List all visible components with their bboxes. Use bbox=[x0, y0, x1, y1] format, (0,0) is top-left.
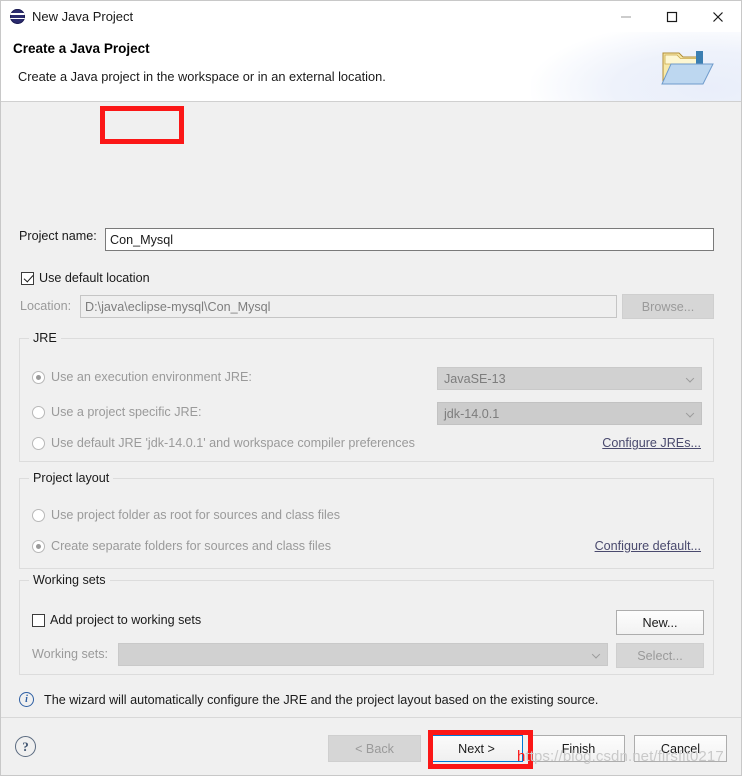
radio-dot-default-jre bbox=[32, 436, 45, 450]
project-name-input[interactable]: Con_Mysql bbox=[105, 228, 714, 251]
configure-jres-link[interactable]: Configure JREs... bbox=[602, 436, 701, 450]
maximize-button[interactable] bbox=[649, 1, 695, 32]
project-layout-group: Project layout Use project folder as roo… bbox=[19, 471, 714, 569]
help-icon[interactable]: ? bbox=[15, 736, 36, 757]
checkbox-box-use-default-location bbox=[21, 271, 34, 285]
info-message: The wizard will automatically configure … bbox=[44, 692, 599, 707]
radio-dot-separate-folders bbox=[32, 539, 45, 553]
window-controls bbox=[603, 1, 741, 32]
working-sets-combo[interactable] bbox=[118, 643, 608, 666]
jre-project-specific-radio[interactable]: Use a project specific JRE: bbox=[32, 405, 201, 419]
layout-project-folder-radio[interactable]: Use project folder as root for sources a… bbox=[32, 508, 340, 522]
wizard-body: Project name: Con_Mysql Use default loca… bbox=[1, 102, 741, 717]
location-value: D:\java\eclipse-mysql\Con_Mysql bbox=[85, 299, 271, 314]
add-project-to-working-sets-checkbox[interactable]: Add project to working sets bbox=[32, 613, 201, 627]
window-title: New Java Project bbox=[32, 9, 134, 24]
execution-env-value: JavaSE-13 bbox=[444, 371, 506, 386]
radio-dot-project-specific bbox=[32, 405, 45, 419]
working-sets-row: Working sets: bbox=[32, 647, 108, 661]
configure-default-link[interactable]: Configure default... bbox=[595, 539, 701, 553]
layout-project-folder-label: Use project folder as root for sources a… bbox=[51, 508, 341, 522]
close-button[interactable] bbox=[695, 1, 741, 32]
new-java-project-dialog: New Java Project Create a Java Project C… bbox=[0, 0, 742, 776]
project-specific-value: jdk-14.0.1 bbox=[444, 406, 500, 421]
layout-separate-folders-label: Create separate folders for sources and … bbox=[51, 539, 331, 553]
checkbox-box-add-working-sets bbox=[32, 613, 45, 627]
next-button[interactable]: Next > bbox=[430, 735, 523, 762]
title-bar-left: New Java Project bbox=[1, 9, 133, 24]
page-title: Create a Java Project bbox=[13, 41, 150, 56]
jre-group: JRE Use an execution environment JRE: Ja… bbox=[19, 331, 714, 462]
jre-execution-env-radio[interactable]: Use an execution environment JRE: bbox=[32, 370, 252, 384]
project-name-row: Project name: bbox=[19, 229, 97, 243]
project-name-label: Project name: bbox=[19, 229, 97, 243]
back-button[interactable]: < Back bbox=[328, 735, 421, 762]
radio-dot-execution-env bbox=[32, 370, 45, 384]
browse-button[interactable]: Browse... bbox=[622, 294, 714, 319]
chevron-down-icon bbox=[591, 649, 601, 659]
minimize-button[interactable] bbox=[603, 1, 649, 32]
execution-env-combo[interactable]: JavaSE-13 bbox=[437, 367, 702, 390]
working-sets-group-title: Working sets bbox=[29, 573, 110, 587]
jre-project-specific-label: Use a project specific JRE: bbox=[51, 405, 202, 419]
new-java-project-folder-icon bbox=[657, 44, 719, 94]
working-sets-group: Working sets Add project to working sets… bbox=[19, 573, 714, 675]
jre-default-label: Use default JRE 'jdk-14.0.1' and workspa… bbox=[51, 436, 415, 450]
working-sets-label: Working sets: bbox=[32, 647, 109, 661]
select-working-set-button[interactable]: Select... bbox=[616, 643, 704, 668]
chevron-down-icon bbox=[685, 408, 695, 418]
watermark: https://blog.csdn.net/firsfit0217 bbox=[517, 748, 724, 765]
location-input[interactable]: D:\java\eclipse-mysql\Con_Mysql bbox=[80, 295, 617, 318]
page-subtitle: Create a Java project in the workspace o… bbox=[18, 69, 386, 84]
eclipse-icon bbox=[10, 9, 25, 24]
jre-group-title: JRE bbox=[29, 331, 61, 345]
project-layout-group-title: Project layout bbox=[29, 471, 114, 485]
chevron-down-icon bbox=[685, 373, 695, 383]
watermark-text: ttps://blog.csdn.net/firsfit0217 bbox=[525, 748, 724, 765]
jre-default-radio[interactable]: Use default JRE 'jdk-14.0.1' and workspa… bbox=[32, 436, 415, 450]
layout-separate-folders-radio[interactable]: Create separate folders for sources and … bbox=[32, 539, 331, 553]
title-bar: New Java Project bbox=[1, 1, 741, 32]
add-project-label: Add project to working sets bbox=[50, 613, 202, 627]
radio-dot-project-folder-root bbox=[32, 508, 45, 522]
use-default-location-label: Use default location bbox=[39, 271, 150, 285]
new-working-set-button[interactable]: New... bbox=[616, 610, 704, 635]
annotation-project-name bbox=[100, 106, 184, 144]
use-default-location-checkbox[interactable]: Use default location bbox=[21, 271, 150, 285]
project-specific-jre-combo[interactable]: jdk-14.0.1 bbox=[437, 402, 702, 425]
location-label: Location: bbox=[20, 299, 72, 313]
wizard-header: Create a Java Project Create a Java proj… bbox=[1, 32, 741, 102]
project-name-value: Con_Mysql bbox=[110, 232, 173, 247]
jre-execution-env-label: Use an execution environment JRE: bbox=[51, 370, 252, 384]
info-message-row: i The wizard will automatically configur… bbox=[19, 692, 598, 707]
info-icon: i bbox=[19, 692, 34, 707]
wizard-footer: ? < Back Next > Finish Cancel bbox=[1, 717, 741, 775]
location-row: Location: bbox=[20, 299, 71, 313]
